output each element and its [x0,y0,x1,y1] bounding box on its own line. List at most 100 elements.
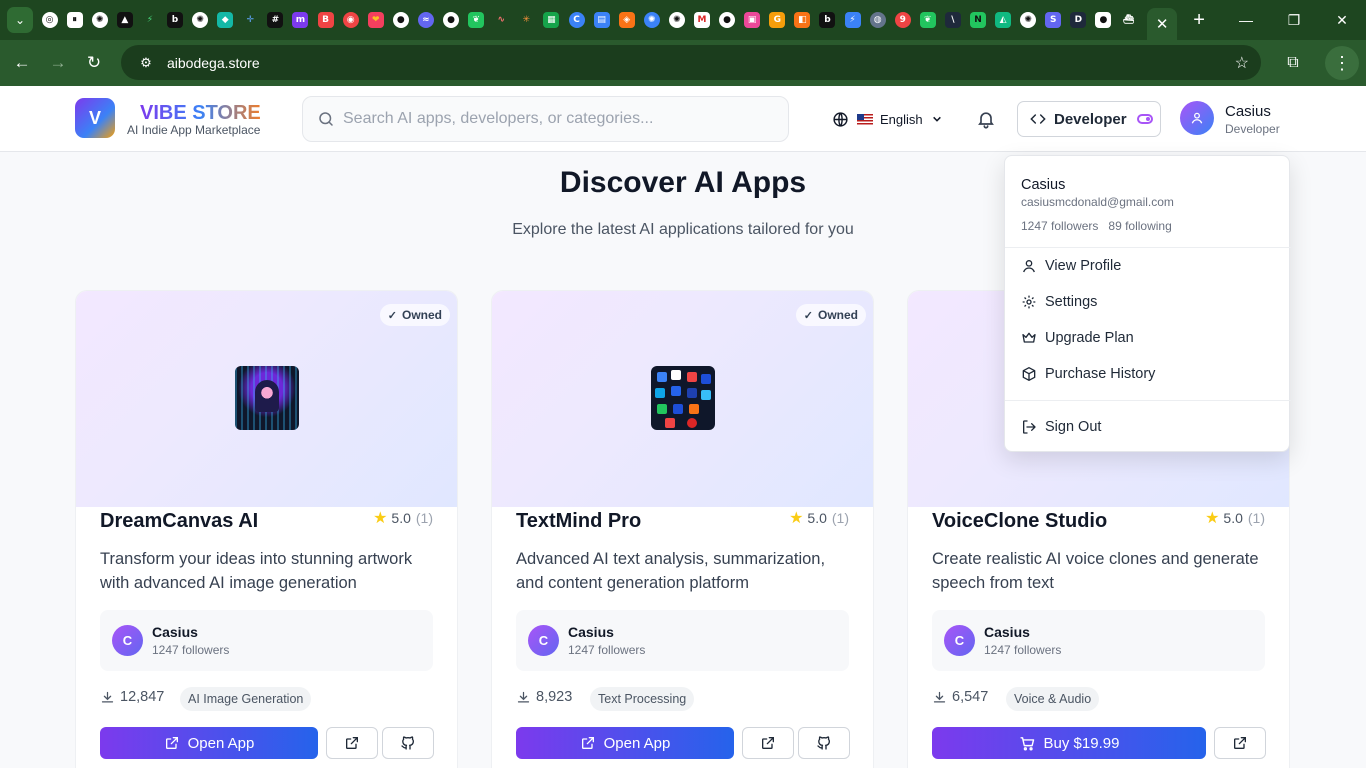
pause-favicon[interactable]: ⏸ [66,12,83,28]
squiggle-favicon[interactable]: ∿ [493,12,510,28]
category-tag[interactable]: Text Processing [590,687,695,711]
s-favicon[interactable]: S [1045,12,1062,28]
globe-favicon[interactable]: ◍ [869,12,886,28]
gmail-favicon[interactable]: M [693,12,710,28]
forward-arrow-icon[interactable]: → [42,47,74,79]
menu-item-settings[interactable]: Settings [1005,285,1291,319]
c-favicon[interactable]: C [568,12,585,28]
openai-favicon[interactable]: ✺ [192,12,209,28]
minimize-icon[interactable]: — [1222,12,1270,28]
browser-menu-icon[interactable]: ⋮ [1325,46,1359,80]
reload-icon[interactable]: ↻ [78,47,110,79]
logo-icon[interactable]: V [75,98,115,138]
openai-favicon[interactable]: ✺ [668,12,685,28]
box-favicon[interactable]: ◧ [794,12,811,28]
target-favicon[interactable]: ◉ [342,12,359,28]
gear-icon [1022,295,1036,309]
m-favicon[interactable]: m [292,12,309,28]
developer-mode-button[interactable]: Developer [1017,101,1161,137]
close-window-icon[interactable]: ✕ [1318,12,1366,29]
menu-item-purchase-history[interactable]: Purchase History [1005,357,1291,391]
category-tag[interactable]: AI Image Generation [180,687,312,711]
back-arrow-icon[interactable]: ← [6,47,38,79]
fox-favicon[interactable]: ◈ [618,12,635,28]
external-link-button[interactable] [742,727,794,759]
leaf-favicon[interactable]: ❦ [919,12,936,28]
app-card[interactable]: ✓ Owned TextMind Pro ★ 5.0 (1) Advanced AI … [491,290,874,768]
cart-icon [1019,736,1034,750]
developer-name: Casius [568,624,614,640]
tab-search-button[interactable]: ⌄ [7,7,33,33]
open-app-button[interactable]: Open App [100,727,318,759]
spark-favicon[interactable]: ✳ [518,12,535,28]
sheets-favicon[interactable]: ▦ [543,12,560,28]
developer-avatar: C [944,625,975,656]
g-favicon[interactable]: G [769,12,786,28]
maximize-icon[interactable]: ❐ [1270,12,1318,29]
wave-favicon[interactable]: ≈ [417,12,434,28]
language-selector[interactable]: English [832,108,942,130]
crosshair-favicon[interactable]: ✛ [242,12,259,28]
user-icon [1023,260,1035,273]
leaf-favicon[interactable]: ❦ [468,12,485,28]
developer-box[interactable]: C Casius 1247 followers [100,610,433,671]
hash-favicon[interactable]: # [267,12,284,28]
github-favicon[interactable]: ● [392,12,409,28]
shape-favicon[interactable]: ◭ [995,12,1012,28]
triangle-favicon[interactable]: ▲ [116,12,133,28]
github-favicon[interactable]: ● [719,12,736,28]
github-button[interactable] [798,727,850,759]
b-favicon[interactable]: b [819,12,836,28]
developer-box[interactable]: C Casius 1247 followers [932,610,1265,671]
d-favicon[interactable]: D [1070,12,1087,28]
app-card[interactable]: ✓ Owned DreamCanvas AI ★ 5.0 (1) Transform … [75,290,458,768]
diamond-favicon[interactable]: ◆ [217,12,234,28]
github-favicon[interactable]: ● [443,12,460,28]
dropdown-user-stats: 1247 followers 89 following [1021,219,1172,233]
user-role: Developer [1225,122,1280,136]
app-title[interactable]: DreamCanvas AI [100,510,258,533]
user-name[interactable]: Casius [1225,103,1271,120]
category-tag[interactable]: Voice & Audio [1006,687,1100,711]
menu-item-view-profile[interactable]: View Profile [1005,249,1291,283]
active-tab-close-icon[interactable]: ✕ [1147,8,1178,40]
buy-button[interactable]: Buy $19.99 [932,727,1206,759]
bolt-favicon[interactable]: ⚡ [844,12,861,28]
bc-favicon[interactable]: B [317,12,334,28]
ship-favicon[interactable]: ⛴ [1120,12,1137,28]
nine-favicon[interactable]: 9 [894,12,911,28]
app-title[interactable]: TextMind Pro [516,510,641,533]
extensions-puzzle-icon[interactable]: ⧉ [1275,54,1311,72]
open-app-button[interactable]: Open App [516,727,734,759]
notification-bell-icon[interactable] [976,109,996,129]
bolt-favicon[interactable]: ⚡ [141,12,158,28]
github-button[interactable] [382,727,434,759]
developer-box[interactable]: C Casius 1247 followers [516,610,849,671]
url-text[interactable]: aibodega.store [167,55,260,71]
heart-favicon[interactable]: ❤ [367,12,384,28]
app-thumbnail [235,366,299,430]
external-link-button[interactable] [326,727,378,759]
n-favicon[interactable]: N [970,12,987,28]
app-title[interactable]: VoiceClone Studio [932,510,1107,533]
calendar-favicon[interactable]: ▤ [593,12,610,28]
new-tab-button[interactable]: + [1185,6,1213,34]
user-avatar[interactable] [1180,101,1214,135]
dot-favicon[interactable]: ● [1095,12,1112,28]
b-favicon[interactable]: b [167,12,184,28]
chatgpt-favicon[interactable]: ✺ [643,12,660,28]
card-hero: ✓ Owned [492,291,873,507]
site-settings-icon[interactable]: ⚙ [131,55,161,71]
pink-favicon[interactable]: ▣ [744,12,761,28]
external-link-button[interactable] [1214,727,1266,759]
search-input[interactable] [343,97,773,141]
menu-item-upgrade-plan[interactable]: Upgrade Plan [1005,321,1291,355]
backslash-favicon[interactable]: \ [944,12,961,28]
address-bar[interactable]: ⚙ aibodega.store ☆ [121,45,1261,80]
brand-name[interactable]: VIBE STORE [140,102,261,125]
openai-favicon[interactable]: ✺ [91,12,108,28]
chatgpt-favicon[interactable]: ◎ [41,12,58,28]
menu-item-sign-out[interactable]: Sign Out [1005,410,1291,444]
openai-favicon[interactable]: ✺ [1020,12,1037,28]
bookmark-star-icon[interactable]: ☆ [1235,53,1249,73]
